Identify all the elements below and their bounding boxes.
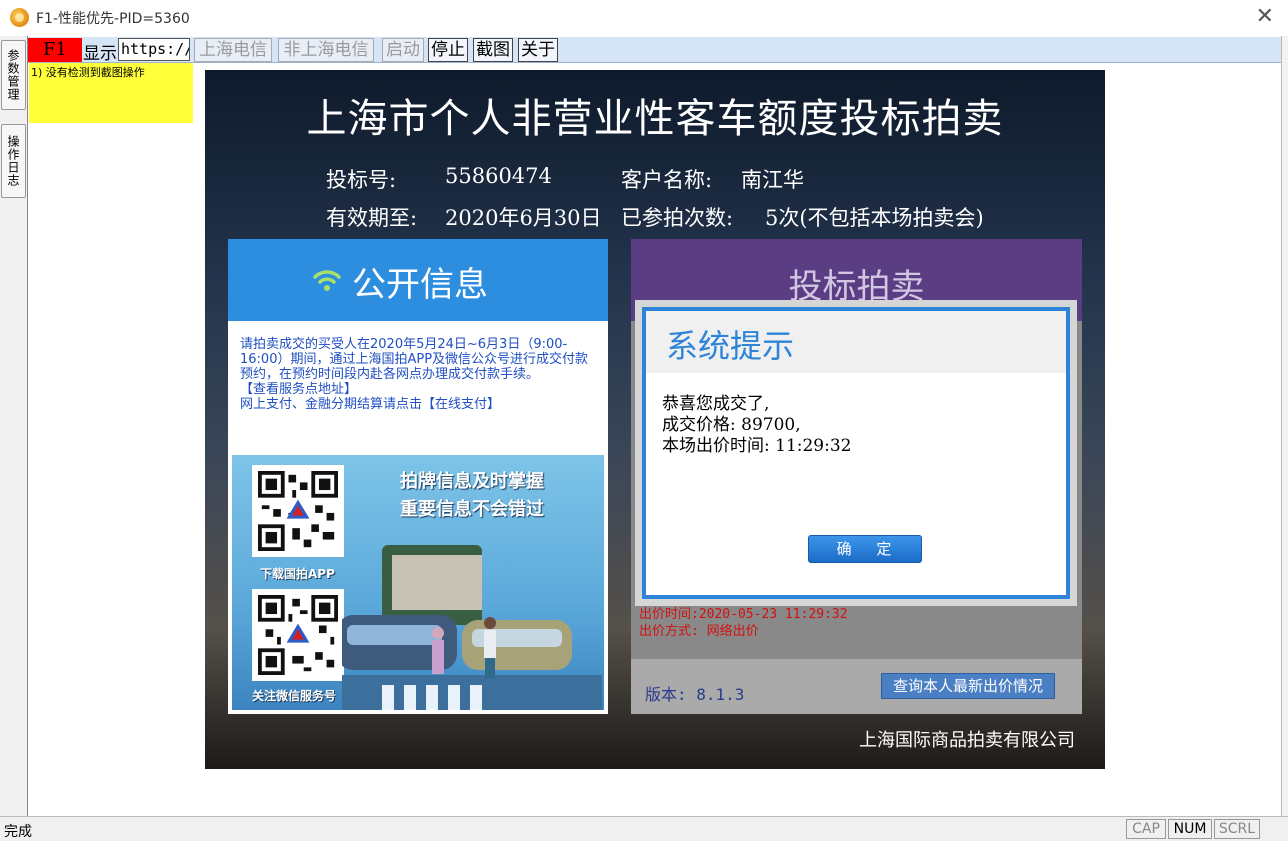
public-info-title: 公开信息: [352, 265, 488, 305]
version-label: 版本: 8.1.3: [645, 685, 745, 704]
company-name: 上海国际商品拍卖有限公司: [859, 730, 1075, 751]
qr-app-caption: 下载国拍APP: [260, 567, 335, 581]
attempts-label: 已参拍次数:: [621, 206, 734, 230]
f1-badge: F1: [28, 38, 82, 62]
title-bar: F1-性能优先-PID=5360 ✕: [0, 0, 1288, 36]
payment-text: 网上支付、金融分期结算请点击: [240, 397, 423, 412]
stop-button[interactable]: 停止: [428, 38, 468, 62]
show-label: 显示: [83, 44, 117, 64]
dialog-body: 系统提示 恭喜您成交了, 成交价格: 89700, 本场出价时间: 11:29:…: [642, 307, 1070, 599]
service-address-link[interactable]: 【查看服务点地址】: [240, 382, 357, 397]
non-shanghai-telecom-button[interactable]: 非上海电信: [278, 38, 374, 62]
public-info-text: 请拍卖成交的买受人在2020年5月24日~6月3日（9:00-16:00）期间，…: [240, 337, 600, 412]
promo-slogan-2: 重要信息不会错过: [400, 499, 544, 520]
start-button[interactable]: 启动: [382, 38, 424, 62]
bid-footer: 版本: 8.1.3 查询本人最新出价情况: [631, 659, 1082, 714]
wifi-icon: [313, 270, 341, 291]
promo-banner: 下载国拍APP 关注微信服务号 拍牌信息及时掌握 重要信息不会错过: [232, 455, 604, 710]
promo-slogan-1: 拍牌信息及时掌握: [400, 471, 544, 492]
online-payment-link[interactable]: 【在线支付】: [422, 397, 500, 412]
tab-operation-log[interactable]: 操作日志: [1, 124, 26, 198]
cap-indicator: CAP: [1126, 819, 1166, 839]
public-info-header: 公开信息: [228, 239, 608, 321]
toolbar: F1 显示 https:// 上海电信 非上海电信 启动 停止 截图 关于: [28, 37, 1282, 64]
screenshot-button[interactable]: 截图: [473, 38, 513, 62]
log-line: 1) 没有检测到截图操作: [31, 66, 145, 79]
app-icon: [10, 8, 29, 27]
shanghai-telecom-button[interactable]: 上海电信: [194, 38, 272, 62]
valid-until-date: 2020年6月30日: [445, 206, 602, 230]
qr-code-icon: [258, 595, 338, 675]
query-latest-bid-button[interactable]: 查询本人最新出价情况: [881, 673, 1055, 699]
auction-title: 上海市个人非营业性客车额度投标拍卖: [306, 96, 1004, 142]
status-text: 完成: [4, 824, 32, 840]
close-icon[interactable]: ✕: [1256, 4, 1274, 30]
customer-name: 南江华: [741, 168, 804, 192]
tab-param-management[interactable]: 参数管理: [1, 40, 26, 110]
window-title: F1-性能优先-PID=5360: [36, 11, 190, 27]
status-bar: 完成 CAP NUM SCRL: [0, 816, 1288, 841]
public-info-paragraph: 请拍卖成交的买受人在2020年5月24日~6月3日（9:00-16:00）期间，…: [240, 337, 589, 382]
qr-wechat-caption: 关注微信服务号: [252, 689, 337, 703]
num-indicator: NUM: [1168, 819, 1212, 839]
attempts-value: 5次(不包括本场拍卖会): [765, 206, 984, 230]
right-scroll-strip[interactable]: [1281, 36, 1288, 816]
valid-until-label: 有效期至:: [326, 206, 418, 230]
dialog-message-3: 本场出价时间: 11:29:32: [662, 436, 852, 456]
ok-button[interactable]: 确 定: [808, 535, 922, 563]
bid-number-label: 投标号:: [326, 168, 397, 192]
system-prompt-dialog: 系统提示 恭喜您成交了, 成交价格: 89700, 本场出价时间: 11:29:…: [635, 300, 1077, 606]
bid-method: 出价方式: 网络出价: [639, 624, 759, 639]
about-button[interactable]: 关于: [518, 38, 558, 62]
url-input[interactable]: https://: [118, 38, 190, 61]
dialog-title: 系统提示: [666, 327, 795, 365]
side-tab-strip: 参数管理 操作日志: [0, 36, 28, 816]
qr-code-app: [252, 465, 344, 557]
street-illustration: [342, 545, 602, 710]
qr-code-wechat: [252, 589, 344, 681]
qr-code-icon: [258, 471, 338, 551]
public-info-card: 公开信息 请拍卖成交的买受人在2020年5月24日~6月3日（9:00-16:0…: [228, 239, 608, 714]
customer-label: 客户名称:: [621, 168, 713, 192]
dialog-header: 系统提示: [646, 311, 1066, 373]
scrl-indicator: SCRL: [1214, 819, 1260, 839]
bid-number: 55860474: [445, 164, 552, 188]
log-box: 1) 没有检测到截图操作: [29, 63, 193, 123]
